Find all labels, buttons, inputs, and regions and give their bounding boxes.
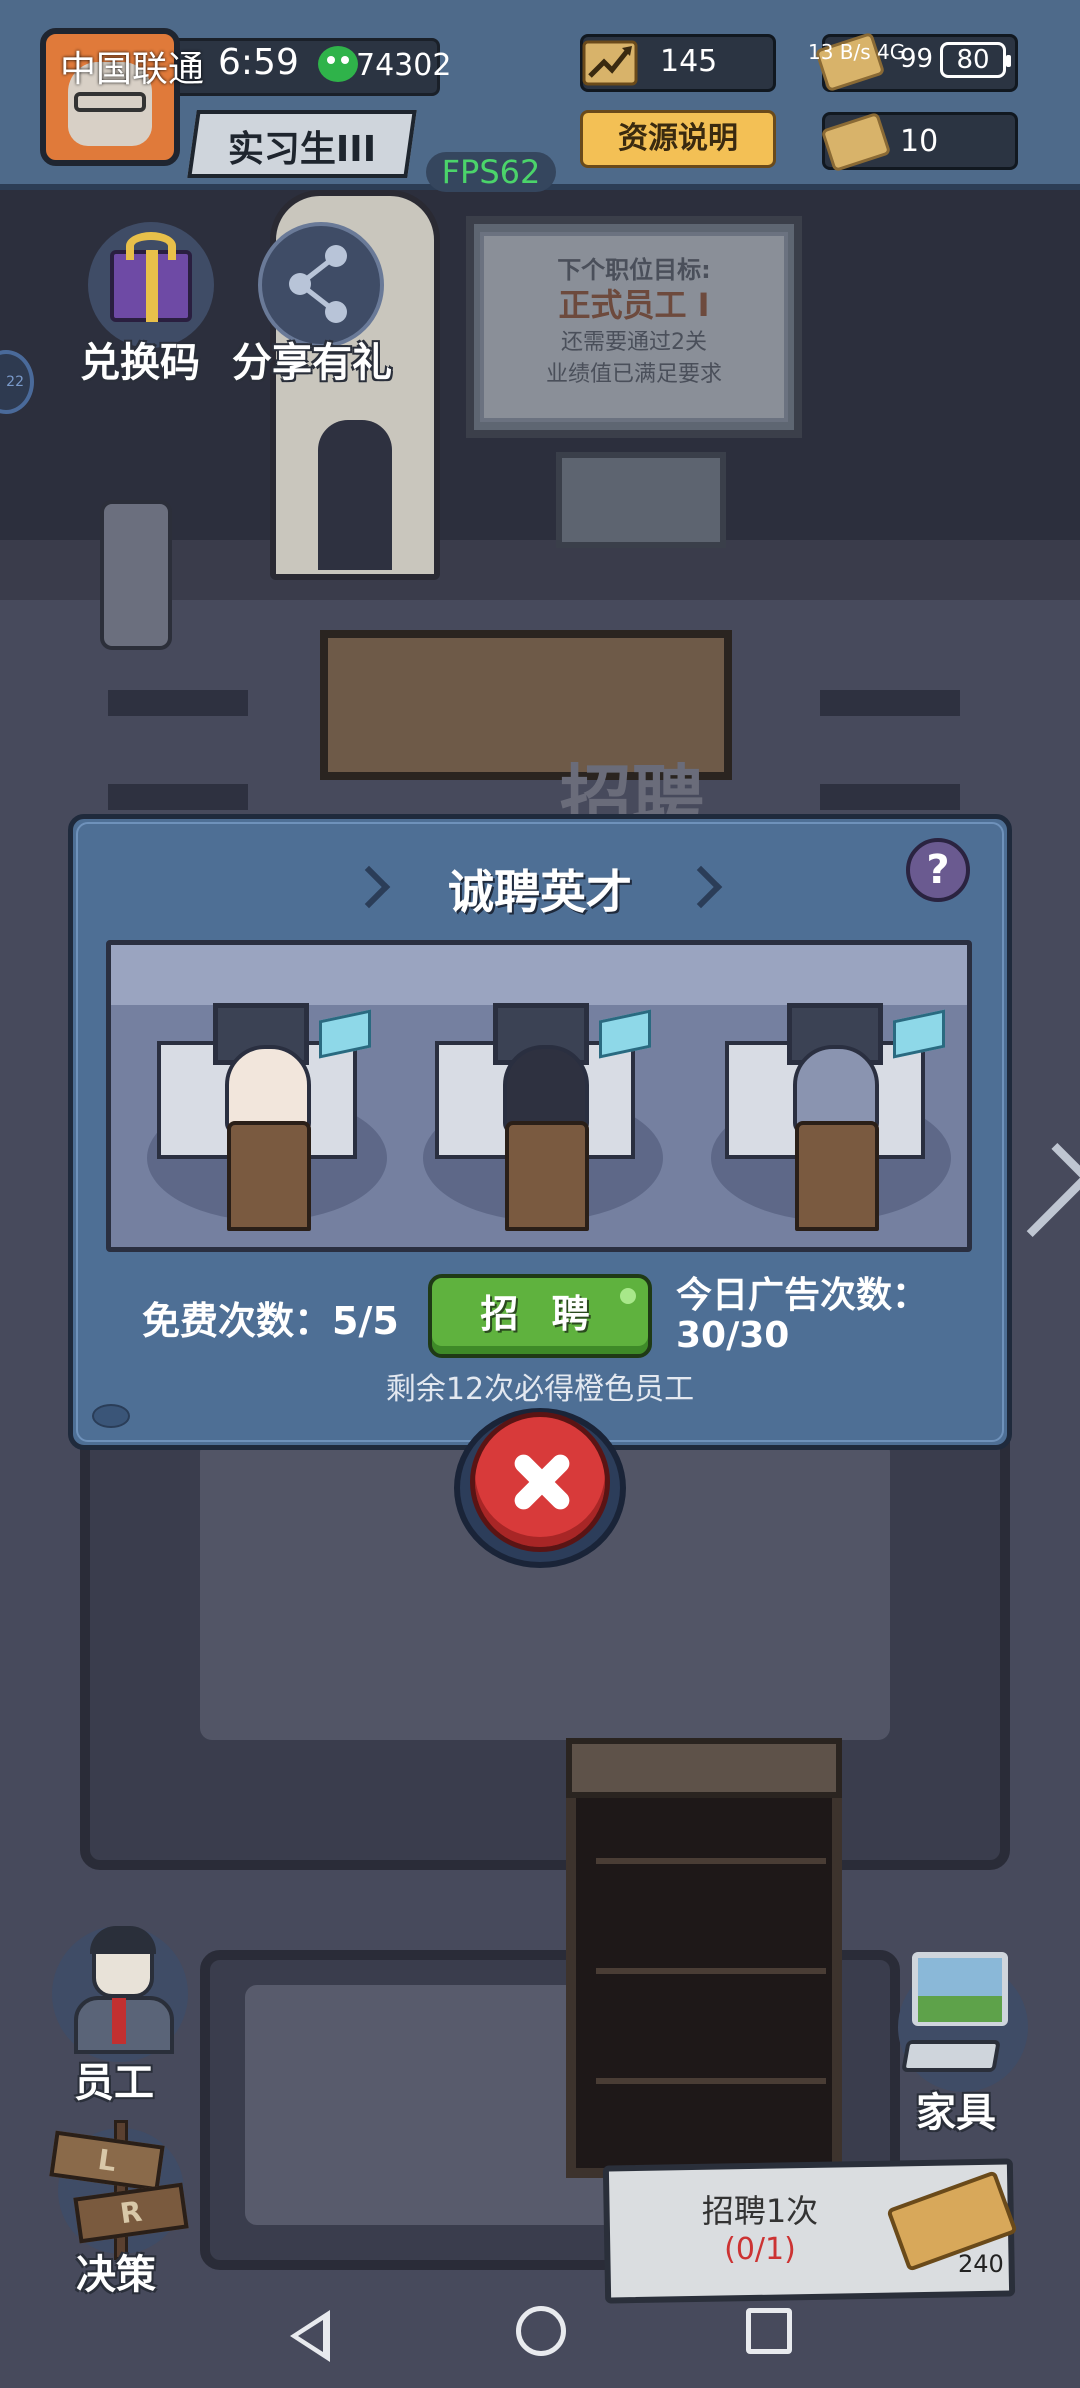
network-speed: 13 B/s xyxy=(808,40,871,64)
notice-board-panel: 下个职位目标: 正式员工 I 还需要通过2关 业绩值已满足要求 xyxy=(480,232,788,422)
employee-tie xyxy=(112,1998,126,2044)
water-dispenser xyxy=(100,500,172,650)
dialog-corner-deco xyxy=(92,1404,130,1428)
redeem-code-label[interactable]: 兑换码 xyxy=(80,330,200,388)
free-count-label: 免费次数：5/5 xyxy=(142,1299,399,1343)
coin-value: 10 xyxy=(900,124,939,159)
status-time: 6:59 xyxy=(218,42,299,83)
network-indicator: 13 B/s 4G xyxy=(808,40,905,64)
network-type: 4G xyxy=(877,40,906,64)
gift-ribbon xyxy=(146,250,158,322)
recruit-cost: 240 xyxy=(958,2250,1004,2278)
growth-value: 145 xyxy=(660,44,718,79)
close-button[interactable] xyxy=(470,1412,610,1552)
gift-bow xyxy=(126,232,176,260)
share-gift-label[interactable]: 分享有礼 xyxy=(232,330,392,388)
growth-arrow-icon xyxy=(582,40,638,86)
nav-back-icon xyxy=(298,2320,323,2352)
recruit-floor-sign: 招聘 xyxy=(560,757,705,841)
player-uid: 74302 xyxy=(356,48,452,83)
recruit-once-label: 招聘1次 xyxy=(701,2192,819,2230)
share-icon xyxy=(289,245,347,323)
notice-line-2: 正式员工 I xyxy=(558,286,710,324)
employees-label[interactable]: 员工 xyxy=(74,2050,154,2108)
notice-line-3: 还需要通过2关 xyxy=(561,330,707,355)
recruit-once-progress: (0/1) xyxy=(724,2232,796,2267)
bench-right xyxy=(820,690,960,810)
furniture-label[interactable]: 家具 xyxy=(916,2080,996,2138)
resource-explain-button[interactable]: 资源说明 xyxy=(580,110,776,168)
help-button[interactable]: ? xyxy=(906,838,970,902)
ad-count-value: 30/30 xyxy=(676,1315,790,1356)
computer-wallpaper xyxy=(918,1996,1002,2022)
ad-count-title: 今日广告次数： xyxy=(676,1275,929,1316)
wall-cabinet xyxy=(556,452,726,548)
rank-label: 实习生III xyxy=(227,129,377,170)
bookcase[interactable] xyxy=(566,1738,842,2178)
ad-count-label: 今日广告次数： 30/30 xyxy=(676,1276,928,1356)
recruit-scene-image xyxy=(106,940,972,1252)
pillar-arch xyxy=(318,420,392,570)
nav-recents-button[interactable] xyxy=(746,2308,792,2354)
carrier-name: 中国联通 xyxy=(60,49,205,90)
keyboard-icon xyxy=(901,2040,1001,2072)
fps-counter: FPS62 xyxy=(426,152,556,192)
bench-left xyxy=(108,690,248,810)
wechat-icon xyxy=(318,46,358,82)
battery-icon: 80 xyxy=(940,42,1011,78)
recruit-button[interactable]: 招 聘 xyxy=(428,1274,652,1358)
bookcase-top xyxy=(566,1738,842,1798)
notice-line-4: 业绩值已满足要求 xyxy=(545,362,722,387)
dialog-title: 诚聘英才 xyxy=(448,865,632,919)
nav-home-button[interactable] xyxy=(516,2306,566,2356)
guarantee-hint: 剩余12次必得橙色员工 xyxy=(385,1372,695,1407)
decision-label[interactable]: 决策 xyxy=(76,2242,156,2300)
